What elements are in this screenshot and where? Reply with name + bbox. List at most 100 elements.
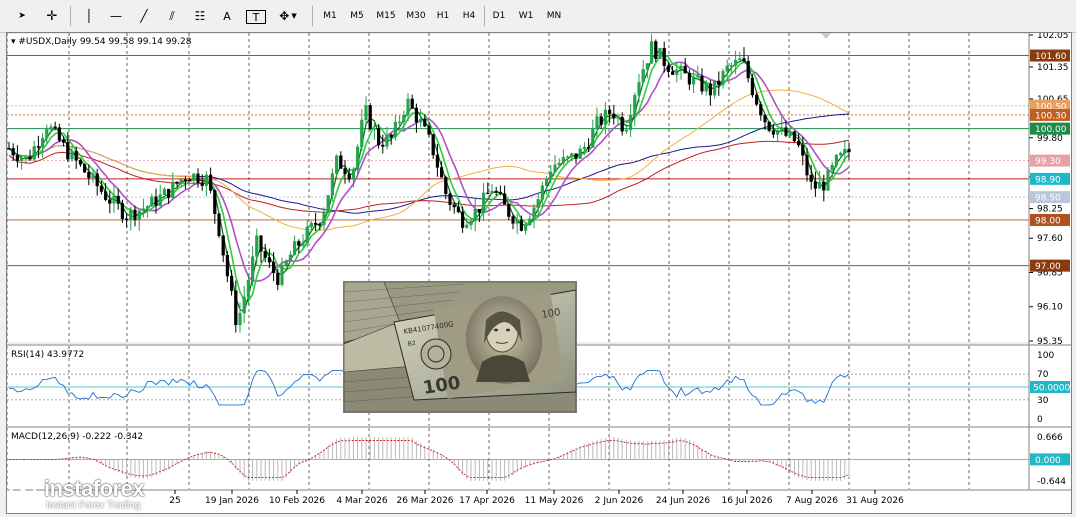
price-axis-label: 101.35 <box>1037 63 1069 73</box>
candle-body <box>57 127 61 141</box>
price-tag-label: 98.50 <box>1035 194 1061 204</box>
candle-body <box>519 219 523 231</box>
candle-body <box>452 204 456 208</box>
candle-body <box>49 126 53 130</box>
candle-body <box>246 279 250 298</box>
candle-body <box>843 148 847 154</box>
cursor-tool-icon[interactable]: ➤ <box>12 6 32 26</box>
rsi-axis-label: 100 <box>1037 351 1054 361</box>
candle-body <box>515 219 519 224</box>
candle-body <box>141 208 145 211</box>
candle-body <box>234 290 238 326</box>
rsi-header: RSI(14) 43.9772 <box>11 350 84 360</box>
toolbar: ➤ ✛ │ — ╱ ⫽ ☷ A T ✥ ▼ M1 M5 M15 M30 H1 H4… <box>0 0 1076 33</box>
candle-body <box>797 140 801 146</box>
channel-tool-icon[interactable]: ⫽ <box>162 6 182 26</box>
timeframe-m15[interactable]: M15 <box>372 6 400 26</box>
macd-header: MACD(12,26,9) -0.222 -0.342 <box>11 432 143 442</box>
candle-body <box>767 121 771 131</box>
chart-canvas[interactable]: 102.05101.35100.6599.8098.9598.2597.6096… <box>6 31 1071 513</box>
candle-body <box>566 156 570 158</box>
candle-body <box>351 169 355 180</box>
candle-body <box>629 115 633 131</box>
candle-body <box>95 173 99 187</box>
candle-body <box>713 80 717 96</box>
fibonacci-tool-icon[interactable]: ☷ <box>190 6 210 26</box>
price-tag-label: 101.60 <box>1035 52 1067 62</box>
candle-body <box>524 224 528 231</box>
time-axis-label: 24 Jun 2026 <box>656 496 710 506</box>
price-tag-label: 98.90 <box>1035 175 1061 185</box>
candle-body <box>788 131 792 136</box>
candle-body <box>818 181 822 189</box>
candle-body <box>309 222 313 228</box>
candle-body <box>263 251 267 258</box>
candle-body <box>229 275 234 291</box>
candle-body <box>242 296 246 314</box>
candle-body <box>410 98 414 109</box>
candle-body <box>103 191 108 200</box>
candle-body <box>70 150 74 160</box>
time-axis-label: 2 Jun 2026 <box>595 496 644 506</box>
candle-body <box>158 194 162 206</box>
timeframe-h4[interactable]: H4 <box>458 6 480 26</box>
candle-body <box>708 83 712 96</box>
chart-area[interactable]: 102.05101.35100.6599.8098.9598.2597.6096… <box>6 31 1072 514</box>
timeframe-h1[interactable]: H1 <box>432 6 454 26</box>
candle-body <box>561 157 565 164</box>
price-tag-label: 97.00 <box>1035 262 1061 272</box>
candle-body <box>729 65 733 67</box>
candle-body <box>221 235 225 256</box>
candle-body <box>108 199 112 204</box>
candle-body <box>738 58 742 61</box>
crosshair-tool-icon[interactable]: ✛ <box>42 6 62 26</box>
horizontal-line-tool-icon[interactable]: — <box>106 6 126 26</box>
candle-body <box>494 190 498 193</box>
candle-body <box>511 216 515 224</box>
candle-body <box>217 213 221 236</box>
candle-body <box>650 41 654 64</box>
price-axis: 102.05101.35100.6599.8098.9598.2597.6096… <box>1029 31 1070 347</box>
rsi-axis-label: 70 <box>1037 370 1049 380</box>
candle-body <box>385 134 389 147</box>
timeframe-m5[interactable]: M5 <box>344 6 370 26</box>
timeframe-m1[interactable]: M1 <box>318 6 342 26</box>
candle-body <box>112 195 116 204</box>
candle-body <box>603 109 607 125</box>
candle-body <box>301 242 305 246</box>
candle-body <box>162 188 166 195</box>
candle-body <box>435 154 439 168</box>
candle-body <box>809 174 813 182</box>
candle-body <box>624 129 628 132</box>
candle-body <box>654 41 658 59</box>
shapes-tool-icon[interactable]: ✥ ▼ <box>274 6 302 26</box>
candle-body <box>473 209 477 222</box>
candle-body <box>671 71 675 75</box>
chart-header: ▾ #USDX,Daily 99.54 99.58 99.14 99.28 <box>11 37 192 47</box>
candle-body <box>578 148 582 159</box>
timeframe-mn[interactable]: MN <box>542 6 566 26</box>
price-axis-label: 102.05 <box>1037 33 1069 41</box>
candle-body <box>683 65 687 74</box>
dollar-bills-image: KB41077400G B2 100 100 <box>343 281 577 413</box>
candle-body <box>335 155 339 174</box>
candle-body <box>477 209 481 213</box>
trendline-tool-icon[interactable]: ╱ <box>134 6 154 26</box>
candle-body <box>742 58 746 62</box>
text-label-tool-icon[interactable]: T <box>246 10 266 24</box>
price-tag-label: 100.00 <box>1035 125 1067 135</box>
candle-body <box>280 264 284 286</box>
time-axis-label: 26 Mar 2026 <box>396 496 453 506</box>
text-tool-icon[interactable]: A <box>218 6 236 26</box>
candle-body <box>792 131 796 142</box>
vertical-line-tool-icon[interactable]: │ <box>80 6 98 26</box>
timeframe-m30[interactable]: M30 <box>402 6 430 26</box>
timeframe-d1[interactable]: D1 <box>488 6 510 26</box>
candle-body <box>822 181 826 191</box>
candle-body <box>120 203 124 220</box>
candle-body <box>124 218 129 221</box>
timeframe-w1[interactable]: W1 <box>514 6 538 26</box>
candle-body <box>11 148 15 156</box>
candle-body <box>192 173 196 181</box>
candle-body <box>839 152 843 156</box>
